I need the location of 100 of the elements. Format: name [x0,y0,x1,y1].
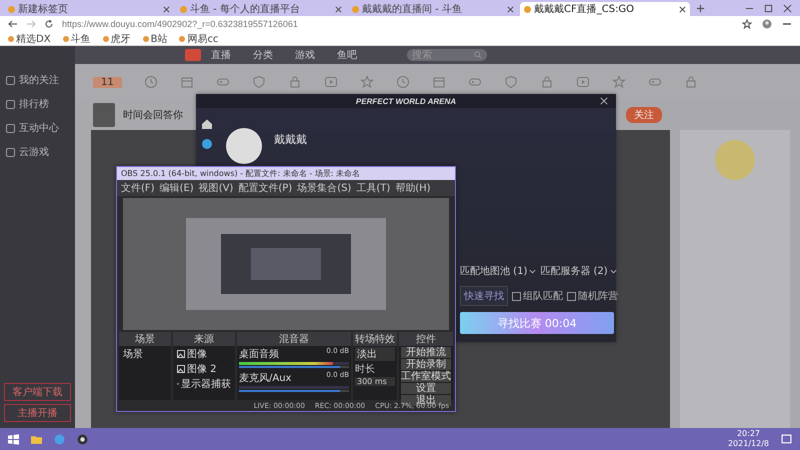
control-button[interactable]: 设置 [401,383,451,394]
source-item[interactable]: 图像 [175,347,233,361]
page-icon [180,6,187,12]
nav-link[interactable]: 游戏 [295,48,315,62]
checkbox[interactable] [567,292,576,300]
source-item[interactable]: 图像 2 [175,362,233,376]
clock-date: 2021/12/8 [728,439,769,449]
bookmark-link[interactable]: B站 [142,32,168,46]
bookmark-link[interactable]: 斗鱼 [62,32,91,46]
player-name: 戴戴戴 [274,132,307,147]
star-icon[interactable] [612,75,626,89]
sidebar-item[interactable]: 我的关注 [0,68,75,92]
windows-icon[interactable] [8,434,19,444]
forward-icon[interactable] [26,19,36,29]
page-icon [8,6,15,12]
room-title: 时间会回答你 [123,108,183,122]
lock-icon[interactable] [288,75,302,89]
mascot-placeholder [715,140,755,180]
avatar-placeholder [93,103,115,127]
browser-tab[interactable]: 斗鱼 - 每个人的直播平台 [176,2,346,16]
checkbox-label: 组队匹配 [523,290,563,303]
globe-icon[interactable] [201,138,213,150]
play-icon[interactable] [324,75,338,89]
transition-dropdown[interactable]: 淡出 [355,347,395,361]
browser-tab[interactable]: 戴戴戴的直播间 - 斗鱼 [348,2,518,16]
maximize-icon[interactable] [764,4,773,12]
close-icon[interactable] [163,6,170,12]
caret-icon [610,268,617,274]
clock-icon[interactable] [144,75,158,89]
menu-item[interactable]: 场景集合(S) [297,181,352,195]
star-icon[interactable] [360,75,374,89]
reload-icon[interactable] [44,19,54,29]
notification-icon[interactable] [781,434,792,444]
profile-icon[interactable] [762,19,772,29]
menu-item[interactable]: 工具(T) [356,181,390,195]
dock-header: 场景 [119,332,171,346]
quick-search-button[interactable]: 快速寻找 [460,286,508,306]
channel-name: 麦克风/Aux [239,372,292,385]
bookmark-link[interactable]: 精选DX [8,32,51,46]
menu-item[interactable]: 配置文件(P) [238,181,292,195]
image-icon [177,365,185,373]
window-title: PERFECT WORLD ARENA [356,96,456,106]
dock-header: 转场特效 [353,332,397,346]
browser-icon[interactable] [54,434,65,444]
page-icon [352,6,359,12]
folder-icon[interactable] [31,434,42,444]
sidebar-item[interactable]: 互动中心 [0,116,75,140]
channel-name: 桌面音频 [239,348,279,361]
bookmark-link[interactable]: 虎牙 [102,32,131,46]
source-item[interactable]: 显示器捕获 [175,377,233,391]
shield-icon[interactable] [504,75,518,89]
close-icon[interactable] [783,4,792,12]
duration-label: 时长 [355,362,376,376]
shield-icon[interactable] [252,75,266,89]
dropdown[interactable]: 匹配地图池 (1) [460,262,536,280]
nav-link[interactable]: 分类 [253,48,273,62]
avatar-placeholder [226,128,262,164]
back-icon[interactable] [8,19,18,29]
record-icon[interactable] [77,434,88,444]
nav-link[interactable]: 直播 [211,48,231,62]
nav-link[interactable]: 鱼吧 [337,48,357,62]
menu-item[interactable]: 文件(F) [121,181,155,195]
follow-button[interactable]: 关注 [626,107,662,123]
control-button[interactable]: 工作室模式 [401,371,451,382]
control-button[interactable]: 开始录制 [401,359,451,370]
browser-tab[interactable]: 戴戴戴CF直播_CS:GO [520,2,690,16]
checkbox-label: 随机阵营 [578,290,618,303]
menu-item[interactable]: 视图(V) [198,181,234,195]
control-button[interactable]: 开始推流 [401,347,451,358]
duration-field[interactable]: 300 ms [355,377,395,386]
play-icon[interactable] [576,75,590,89]
day-badge[interactable]: 11 [93,76,122,88]
clock-time: 20:27 [736,429,760,439]
scene-item[interactable]: 场景 [121,347,169,361]
calendar-icon[interactable] [180,75,194,89]
browser-tab[interactable]: 新建标签页 [4,2,174,16]
menu-item[interactable]: 帮助(H) [395,181,431,195]
dropdown[interactable]: 匹配服务器 (2) [540,262,617,280]
close-icon[interactable] [335,6,342,12]
sidebar-item[interactable]: 云游戏 [0,140,75,164]
page-icon [524,6,531,12]
lock-icon[interactable] [684,75,698,89]
clock-icon[interactable] [396,75,410,89]
caret-icon [529,268,536,274]
close-icon[interactable] [600,97,608,105]
bookmark-link[interactable]: 网易cc [179,32,218,46]
lock-icon[interactable] [540,75,554,89]
close-icon[interactable] [507,6,514,12]
sidebar-item[interactable]: 排行榜 [0,92,75,116]
calendar-icon[interactable] [432,75,446,89]
menu-item[interactable]: 编辑(E) [160,181,194,195]
star-icon[interactable] [742,19,752,29]
checkbox[interactable] [512,292,521,300]
dock-header: 控件 [399,332,453,346]
close-icon[interactable] [679,6,686,12]
search-icon[interactable] [474,51,482,59]
dock-header: 混音器 [237,332,351,346]
dock-header: 来源 [173,332,235,346]
window-title: OBS 25.0.1 (64-bit, windows) - 配置文件: 未命名 - 场景: 未命名 [121,168,360,179]
plus-icon[interactable] [696,4,705,12]
